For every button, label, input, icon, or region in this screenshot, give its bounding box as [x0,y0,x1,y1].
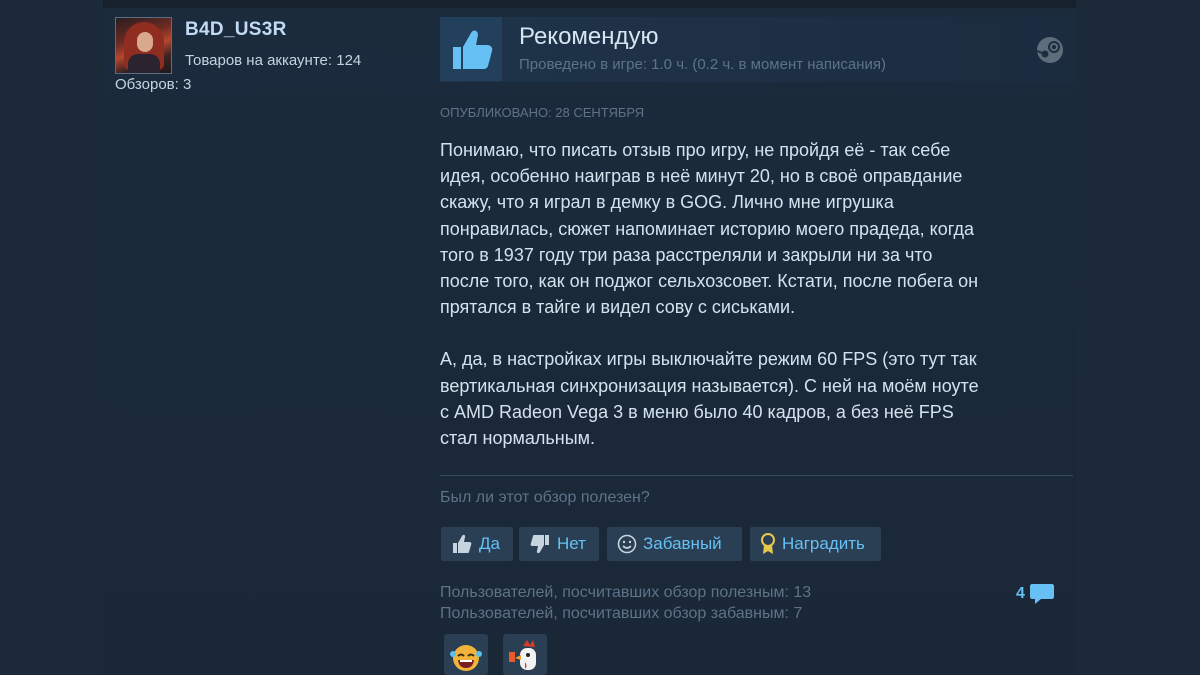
user-avatar[interactable] [115,17,172,74]
award-laughing-face[interactable] [444,634,488,675]
thumbs-up-icon [453,30,493,69]
card-top-border [103,0,1076,8]
divider [440,475,1073,476]
speech-bubble-icon [1029,584,1054,604]
helpful-question: Был ли этот обзор полезен? [440,489,650,506]
smiley-icon [617,534,637,554]
recommendation-verdict[interactable]: Рекомендую [519,23,659,51]
thumbs-up-icon [453,534,472,553]
funny-count: Пользователей, посчитавших обзор забавны… [440,605,803,622]
vote-funny-button[interactable]: Забавный [607,527,742,561]
award-button[interactable]: Наградить [750,527,881,561]
helpful-count: Пользователей, посчитавших обзор полезны… [440,584,812,601]
vote-yes-button[interactable]: Да [441,527,513,561]
reviews-count-link[interactable]: Обзоров: 3 [115,76,191,93]
review-paragraph-1: Понимаю, что писать отзыв про игру, не п… [440,140,979,318]
thumbs-down-icon [530,535,549,554]
products-count-link[interactable]: Товаров на аккаунте: 124 [185,52,361,69]
award-ribbon-icon [761,533,775,554]
laughing-face-icon [450,645,482,671]
comments-link[interactable]: 4 [1016,582,1055,606]
username-link[interactable]: B4D_US3R [185,19,287,41]
recommendation-thumb [440,17,502,81]
rooster-icon [509,640,536,670]
award-rooster[interactable] [503,634,547,675]
review-paragraph-2: А, да, в настройках игры выключайте режи… [440,349,979,449]
review-body: Понимаю, что писать отзыв про игру, не п… [440,137,1070,477]
steam-icon [1036,37,1063,63]
posted-date: Опубликовано: 28 сентября [440,105,645,120]
comments-count: 4 [1016,585,1025,602]
playtime-text: Проведено в игре: 1.0 ч. (0.2 ч. в момен… [519,56,887,73]
vote-no-button[interactable]: Нет [519,527,599,561]
